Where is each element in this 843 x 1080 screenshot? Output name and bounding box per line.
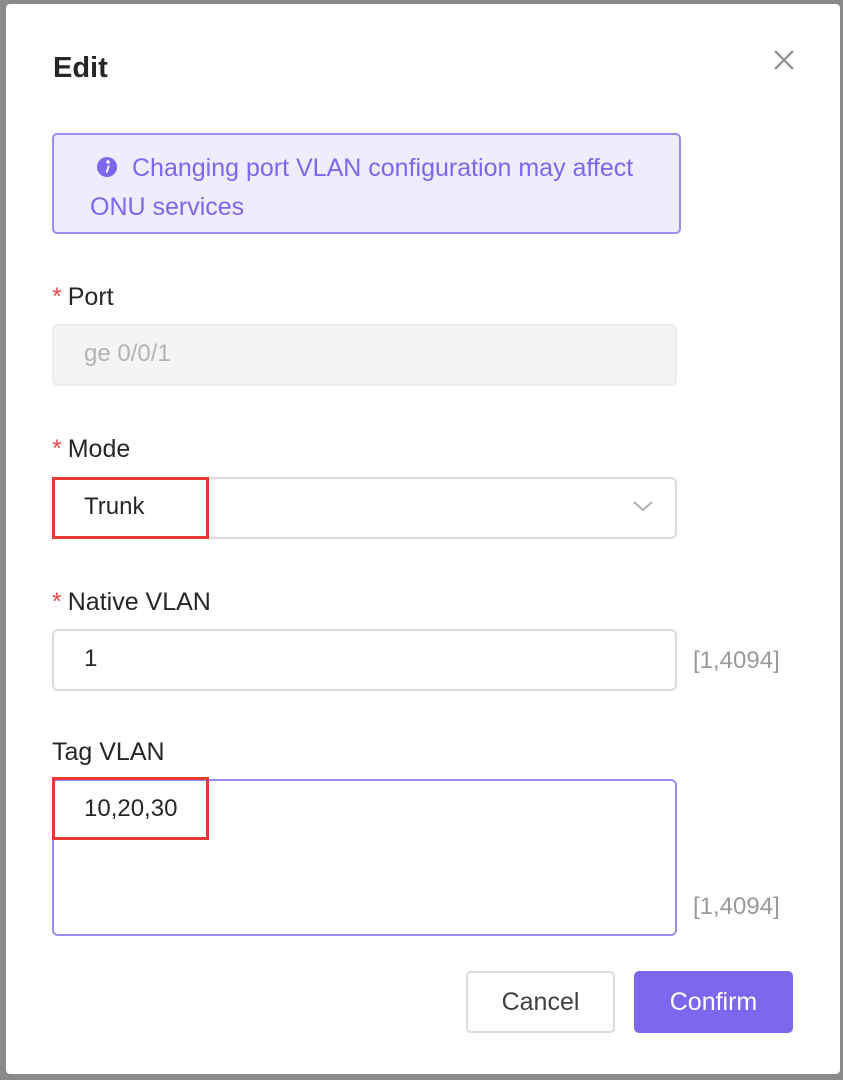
warning-alert: Changing port VLAN configuration may aff… bbox=[52, 133, 681, 234]
tag-vlan-value: 10,20,30 bbox=[84, 795, 178, 822]
port-field: ge 0/0/1 bbox=[52, 324, 677, 386]
tag-vlan-textarea[interactable]: 10,20,30 bbox=[52, 779, 677, 936]
required-marker: * bbox=[52, 588, 62, 616]
required-marker: * bbox=[52, 435, 62, 463]
tag-vlan-range-hint: [1,4094] bbox=[693, 893, 780, 920]
mode-label: * Mode bbox=[52, 434, 130, 464]
native-vlan-input[interactable]: 1 bbox=[52, 629, 677, 691]
native-vlan-value: 1 bbox=[84, 645, 98, 672]
native-vlan-label: * Native VLAN bbox=[52, 587, 211, 617]
native-vlan-range-hint: [1,4094] bbox=[693, 647, 780, 674]
info-icon bbox=[97, 157, 117, 177]
close-icon bbox=[774, 50, 794, 70]
mode-label-text: Mode bbox=[67, 435, 131, 463]
alert-message: Changing port VLAN configuration may aff… bbox=[90, 154, 634, 221]
close-button[interactable] bbox=[770, 46, 798, 74]
tag-vlan-label-text: Tag VLAN bbox=[52, 738, 165, 766]
port-label: * Port bbox=[52, 282, 114, 312]
port-label-text: Port bbox=[67, 283, 114, 311]
chevron-down-icon bbox=[633, 501, 653, 512]
mode-select[interactable]: Trunk bbox=[52, 477, 677, 539]
mode-selected-value: Trunk bbox=[84, 493, 145, 520]
confirm-button[interactable]: Confirm bbox=[634, 971, 793, 1033]
native-vlan-label-text: Native VLAN bbox=[67, 588, 211, 616]
port-value: ge 0/0/1 bbox=[84, 340, 171, 367]
tag-vlan-label: Tag VLAN bbox=[52, 737, 165, 767]
dialog-title: Edit bbox=[53, 52, 108, 84]
cancel-button[interactable]: Cancel bbox=[466, 971, 615, 1033]
edit-dialog: Edit Changing port VLAN configuration ma… bbox=[6, 4, 840, 1074]
required-marker: * bbox=[52, 283, 62, 311]
